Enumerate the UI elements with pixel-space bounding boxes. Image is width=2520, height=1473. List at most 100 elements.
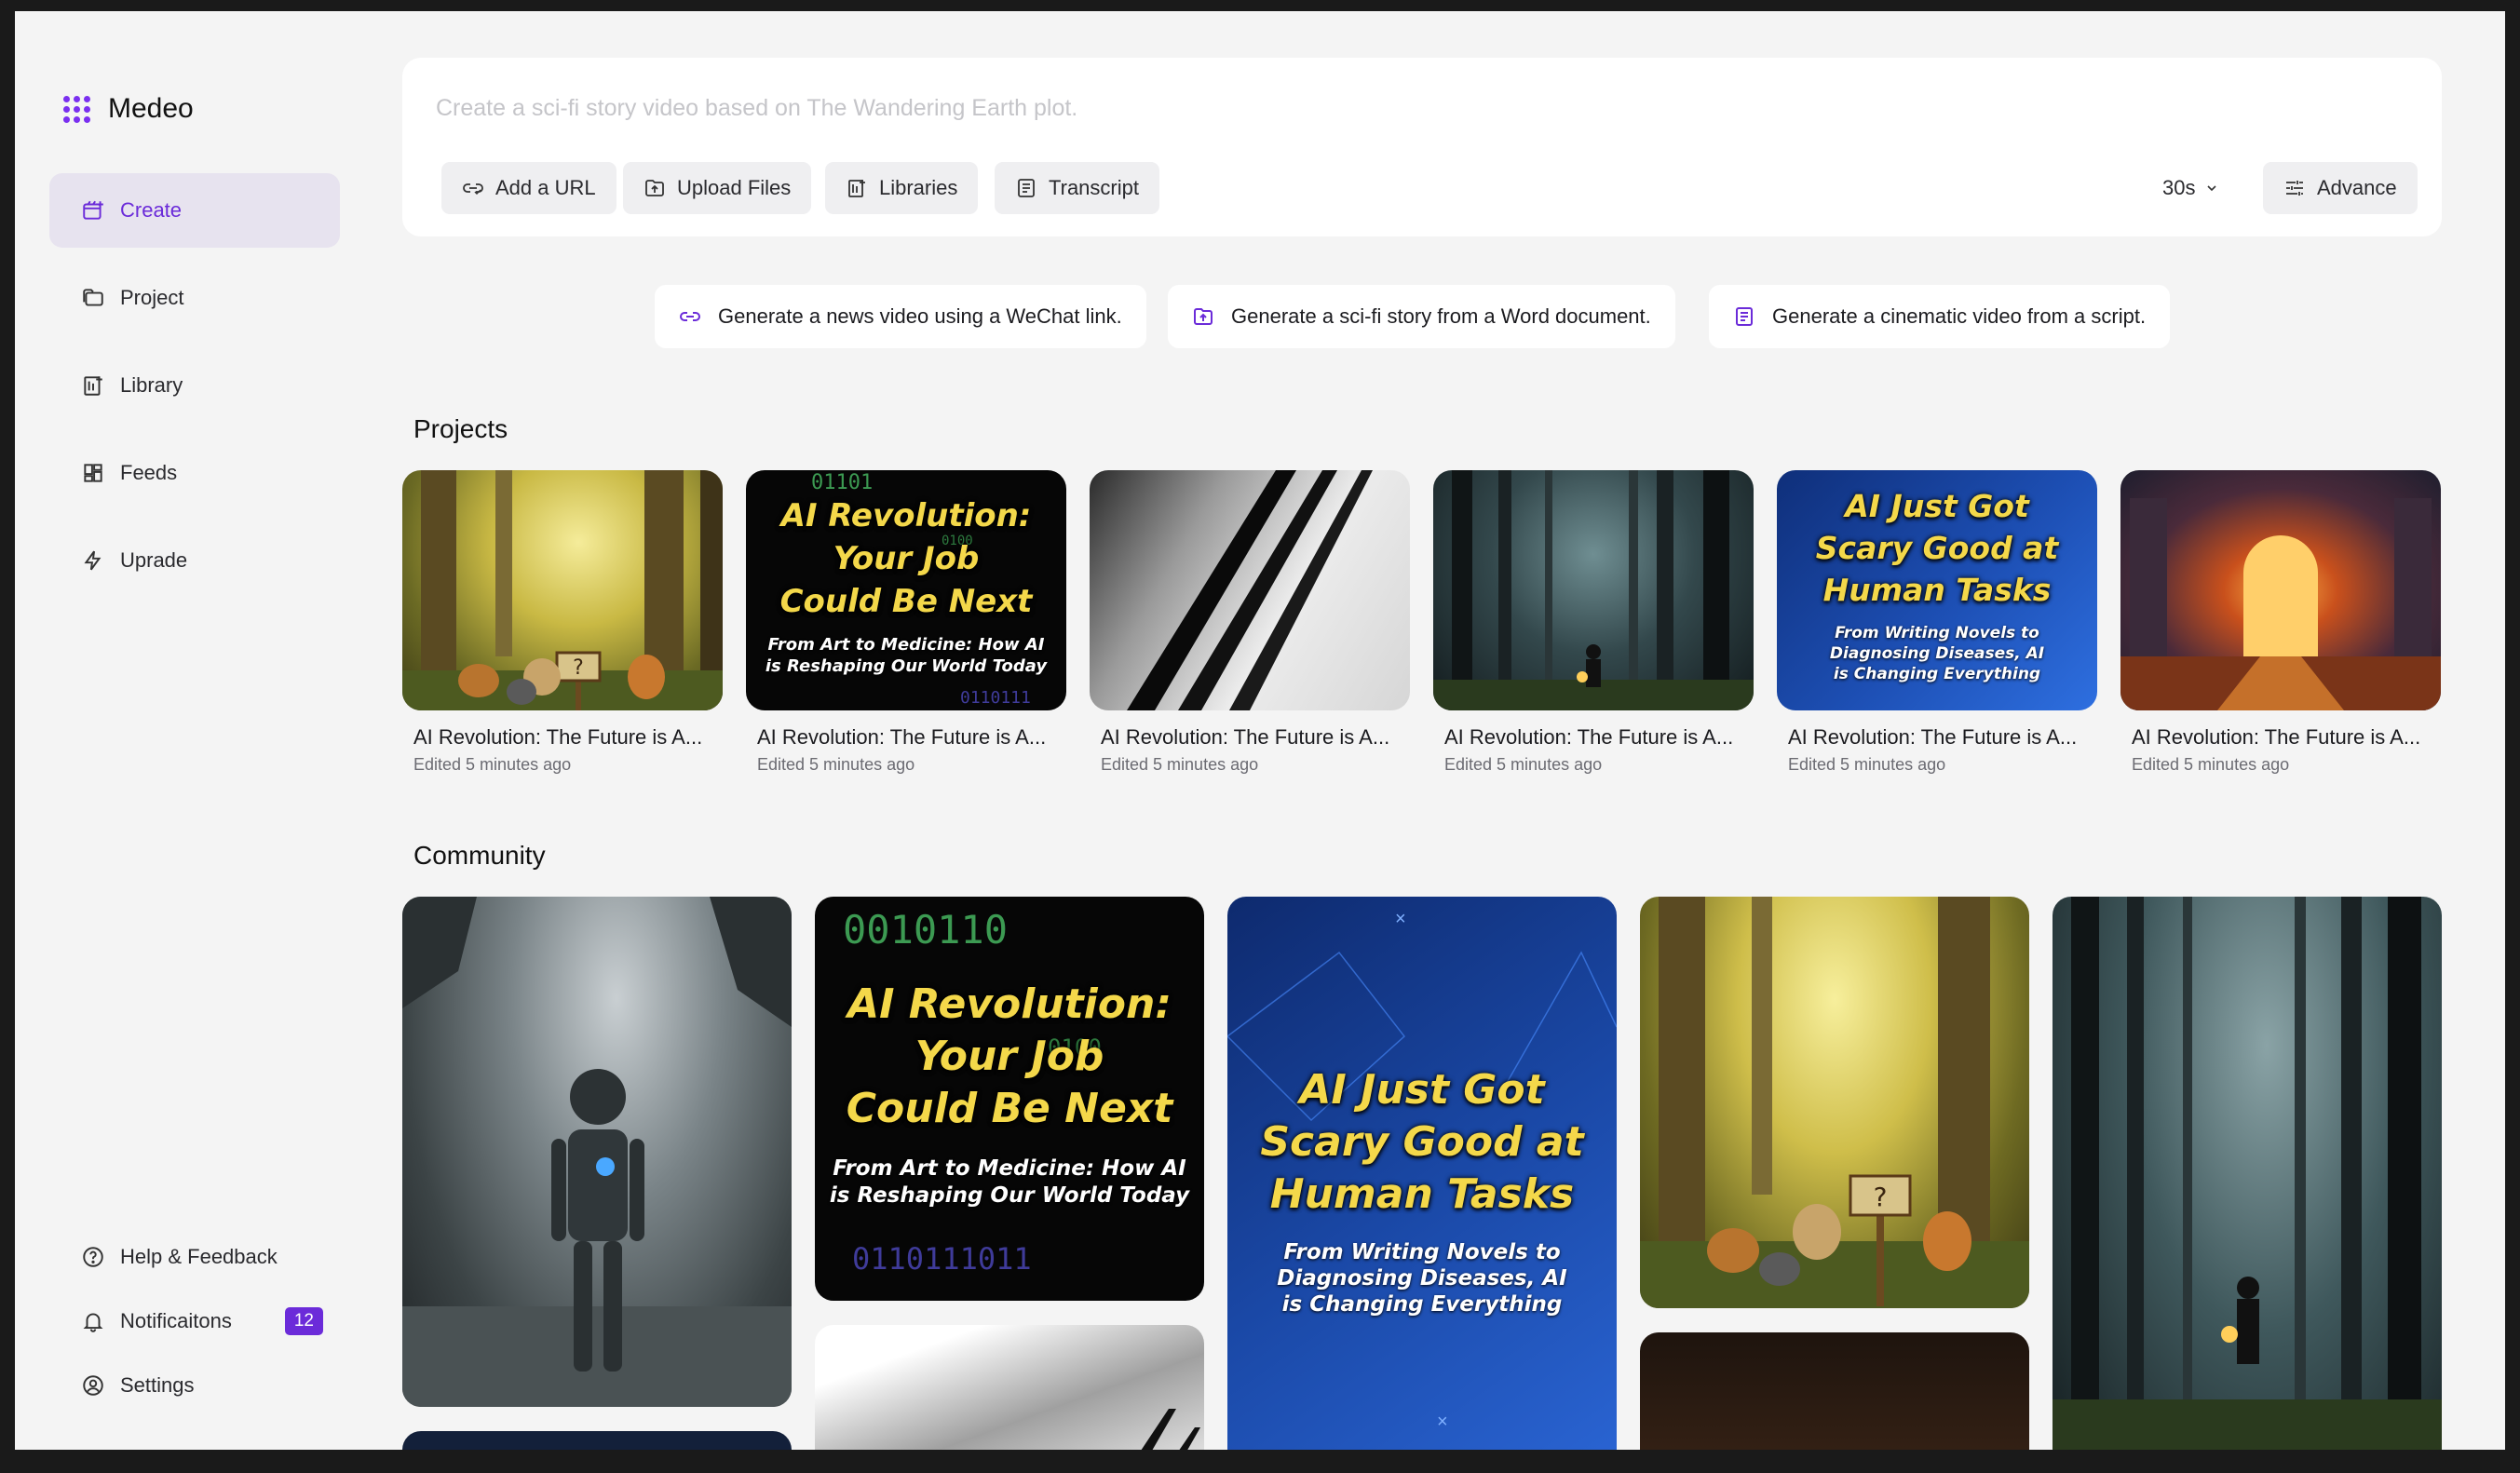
advance-label: Advance: [2317, 176, 2397, 199]
poster-headline: Scary Good at: [1815, 530, 2059, 566]
community-tile[interactable]: [2053, 897, 2442, 1450]
project-title: AI Revolution: The Future is A...: [757, 725, 1047, 749]
prompt-card: Create a sci-fi story video based on The…: [402, 58, 2442, 236]
project-thumbnail[interactable]: [1090, 470, 1410, 710]
poster-subtitle: is Changing Everything: [1281, 1292, 1563, 1317]
project-thumbnail[interactable]: AI Just Got Scary Good at Human Tasks Fr…: [1777, 470, 2097, 710]
libraries-button[interactable]: Libraries: [825, 162, 979, 214]
library-icon: [84, 376, 102, 396]
transcript-button[interactable]: Transcript: [995, 162, 1159, 214]
project-title: AI Revolution: The Future is A...: [1444, 725, 1734, 749]
duration-select[interactable]: 30s: [2162, 162, 2219, 214]
project-title: AI Revolution: The Future is A...: [1788, 725, 2078, 749]
project-edited-time: Edited 5 minutes ago: [2132, 755, 2290, 774]
svg-text:?: ?: [1874, 1182, 1888, 1212]
bottom-nav: Help & Feedback Notificaitons 12 Setting…: [49, 1229, 340, 1422]
poster-subtitle: is Reshaping Our World Today: [829, 1183, 1190, 1208]
sidebar-item-settings[interactable]: Settings: [49, 1358, 340, 1413]
projects-heading: Projects: [413, 414, 508, 443]
suggestion-word-doc[interactable]: Generate a sci-fi story from a Word docu…: [1168, 285, 1675, 348]
chevron-down-icon: [2207, 185, 2217, 192]
logo-icon: [63, 96, 90, 123]
upload-files-button[interactable]: Upload Files: [623, 162, 812, 214]
project-card[interactable]: 01101 0100 0110111 AI Revolution: Your J…: [746, 470, 1066, 775]
sidebar-item-help[interactable]: Help & Feedback: [49, 1229, 340, 1285]
folder-icon: [83, 289, 103, 306]
sidebar-item-label: Feeds: [120, 461, 178, 484]
community-tile[interactable]: 0010110 0100 0110111011 AI Revolution: Y…: [815, 897, 1204, 1301]
poster-headline: AI Revolution:: [847, 980, 1172, 1028]
add-url-button[interactable]: Add a URL: [441, 162, 616, 214]
document-icon: [1736, 307, 1753, 326]
project-title: AI Revolution: The Future is A...: [2132, 725, 2421, 749]
library-icon: [848, 180, 865, 197]
project-edited-time: Edited 5 minutes ago: [413, 755, 572, 774]
community-heading: Community: [413, 841, 546, 870]
sidebar-item-project[interactable]: Project: [49, 261, 340, 335]
upload-icon: [1194, 308, 1213, 325]
prompt-input[interactable]: Create a sci-fi story video based on The…: [436, 95, 1077, 122]
community-tile[interactable]: ?: [1640, 897, 2029, 1308]
project-card[interactable]: AI Just Got Scary Good at Human Tasks Fr…: [1777, 470, 2097, 775]
poster-headline: Could Be Next: [779, 583, 1033, 620]
poster-subtitle: From Art to Medicine: How AI: [833, 1156, 1186, 1181]
create-icon: [83, 200, 103, 220]
link-icon: [463, 183, 483, 196]
community-tile[interactable]: [1640, 1332, 2029, 1450]
help-icon: [83, 1247, 103, 1267]
sidebar-item-label: Project: [120, 286, 184, 309]
duration-value: 30s: [2162, 176, 2196, 199]
add-url-label: Add a URL: [495, 176, 596, 199]
sidebar-item-notifications[interactable]: Notificaitons 12: [49, 1293, 340, 1349]
bolt-icon: [84, 550, 102, 571]
svg-text:×: ×: [1395, 909, 1406, 929]
link-icon: [680, 312, 700, 321]
suggestion-label: Generate a sci-fi story from a Word docu…: [1231, 304, 1651, 328]
poster-headline: Human Tasks: [1269, 1170, 1575, 1218]
sidebar-item-feeds[interactable]: Feeds: [49, 436, 340, 510]
suggestion-wechat-link[interactable]: Generate a news video using a WeChat lin…: [655, 285, 1146, 348]
poster-headline: AI Just Got: [1299, 1066, 1545, 1114]
community-tile[interactable]: × × AI Just Got Scary Good at Human Task…: [1227, 897, 1617, 1450]
logo[interactable]: Medeo: [63, 93, 194, 125]
suggestion-label: Generate a cinematic video from a script…: [1772, 304, 2147, 328]
sidebar-item-library[interactable]: Library: [49, 348, 340, 423]
poster-headline: Human Tasks: [1822, 572, 2052, 608]
community-tile[interactable]: [402, 1431, 792, 1450]
project-thumbnail[interactable]: ?: [402, 470, 723, 710]
transcript-label: Transcript: [1049, 176, 1139, 199]
poster-subtitle: is Changing Everything: [1833, 665, 2041, 683]
svg-text:×: ×: [1437, 1412, 1448, 1432]
project-title: AI Revolution: The Future is A...: [1101, 725, 1390, 749]
sidebar-item-upgrade[interactable]: Uprade: [49, 523, 340, 598]
project-card[interactable]: AI Revolution: The Future is A... Edited…: [1090, 470, 1410, 775]
project-card[interactable]: ? AI Revolution: The Future is A... Edit…: [402, 470, 723, 775]
poster-subtitle: is Reshaping Our World Today: [765, 656, 1048, 676]
project-thumbnail[interactable]: [1433, 470, 1754, 710]
project-thumbnail[interactable]: [2120, 470, 2441, 710]
project-edited-time: Edited 5 minutes ago: [1788, 755, 1946, 774]
sidebar-item-create[interactable]: Create: [49, 173, 340, 248]
project-card[interactable]: AI Revolution: The Future is A... Edited…: [2120, 470, 2441, 775]
poster-subtitle: From Writing Novels to: [1835, 624, 2039, 642]
project-card[interactable]: AI Revolution: The Future is A... Edited…: [1433, 470, 1754, 775]
project-thumbnail[interactable]: 01101 0100 0110111 AI Revolution: Your J…: [746, 470, 1066, 710]
notification-count-badge: 12: [284, 1307, 323, 1335]
poster-headline: Could Be Next: [846, 1085, 1173, 1132]
community-tile[interactable]: [402, 897, 792, 1407]
upload-icon: [645, 180, 664, 196]
svg-text:?: ?: [573, 656, 584, 680]
sidebar-item-label: Settings: [120, 1373, 195, 1397]
sidebar-item-label: Create: [120, 198, 183, 222]
advance-button[interactable]: Advance: [2263, 162, 2418, 214]
document-icon: [1018, 179, 1035, 197]
settings-icon: [83, 1375, 103, 1396]
sliders-icon: [2286, 181, 2303, 196]
grid-icon: [84, 464, 102, 482]
poster-headline: AI Just Got: [1845, 488, 2029, 524]
community-tile[interactable]: [815, 1325, 1204, 1450]
suggestion-script[interactable]: Generate a cinematic video from a script…: [1709, 285, 2171, 348]
app-name: Medeo: [108, 93, 194, 124]
project-edited-time: Edited 5 minutes ago: [757, 755, 915, 774]
main-nav: Create Project Library Feeds Uprade: [49, 173, 340, 611]
